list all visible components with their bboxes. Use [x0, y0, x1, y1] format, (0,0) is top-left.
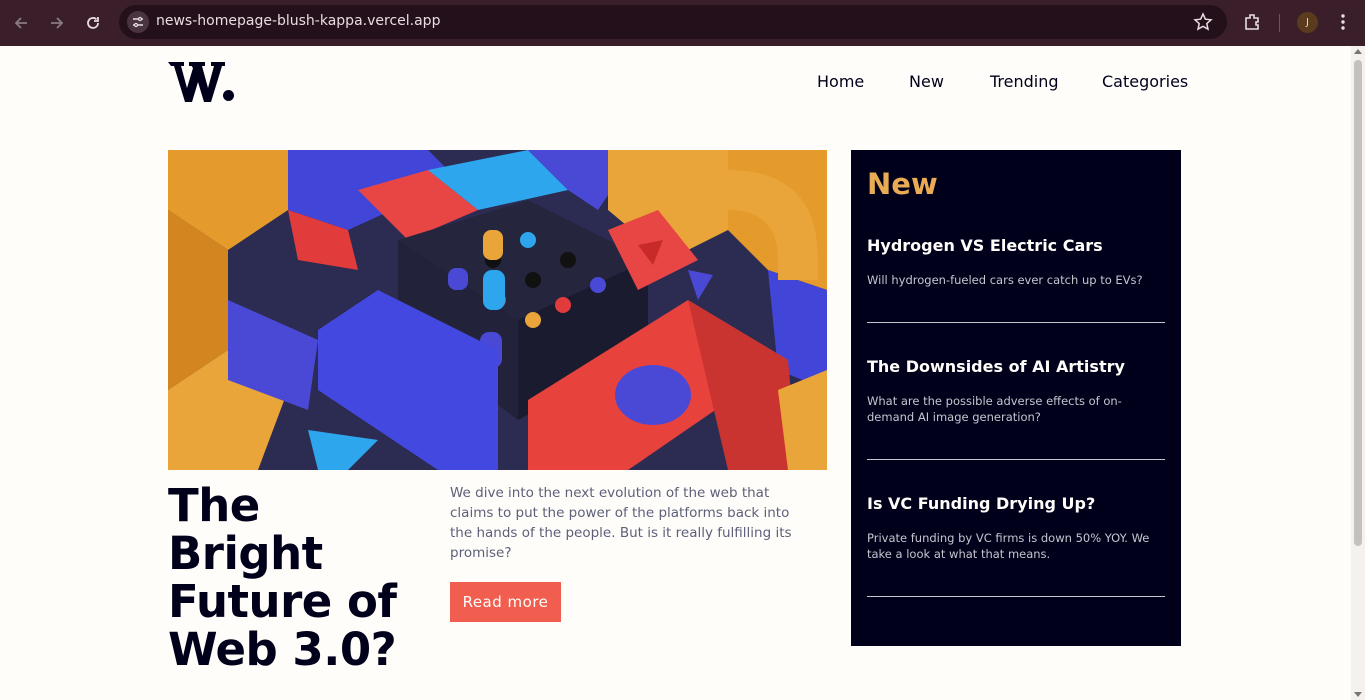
forward-arrow-icon[interactable] [45, 11, 69, 35]
browser-menu-icon[interactable] [1333, 12, 1353, 36]
sidebar-item[interactable]: Hydrogen VS Electric Cars Will hydrogen-… [867, 236, 1165, 288]
site-settings-icon[interactable] [127, 11, 149, 33]
extensions-icon[interactable] [1242, 11, 1264, 37]
sidebar-title: New [867, 167, 938, 201]
site-logo[interactable] [168, 60, 236, 108]
sidebar-divider [867, 459, 1165, 460]
sidebar-divider [867, 322, 1165, 323]
profile-avatar[interactable]: J [1297, 12, 1318, 33]
sidebar-item-title[interactable]: The Downsides of AI Artistry [867, 357, 1165, 376]
bookmark-star-icon[interactable] [1193, 12, 1213, 36]
scroll-up-arrow-icon[interactable] [1354, 49, 1362, 54]
sidebar-item[interactable]: The Downsides of AI Artistry What are th… [867, 357, 1165, 425]
nav-home[interactable]: Home [817, 72, 864, 91]
nav-categories[interactable]: Categories [1102, 72, 1188, 91]
page-scrollbar[interactable] [1351, 46, 1365, 700]
browser-toolbar: news-homepage-blush-kappa.vercel.app J [0, 0, 1365, 46]
sidebar-item-desc: What are the possible adverse effects of… [867, 394, 1122, 424]
nav-trending[interactable]: Trending [990, 72, 1059, 91]
url-text[interactable]: news-homepage-blush-kappa.vercel.app [156, 13, 440, 29]
sidebar-item[interactable]: Is VC Funding Drying Up? Private funding… [867, 494, 1165, 562]
sidebar-item-desc: Private funding by VC firms is down 50% … [867, 531, 1150, 561]
address-bar[interactable]: news-homepage-blush-kappa.vercel.app [119, 5, 1227, 39]
nav-new[interactable]: New [909, 72, 944, 91]
sidebar-item-title[interactable]: Hydrogen VS Electric Cars [867, 236, 1165, 255]
new-sidebar: New Hydrogen VS Electric Cars Will hydro… [851, 150, 1181, 646]
sidebar-divider [867, 596, 1165, 597]
main-lead: We dive into the next evolution of the w… [450, 485, 792, 561]
scroll-down-arrow-icon[interactable] [1354, 692, 1362, 697]
sidebar-item-title[interactable]: Is VC Funding Drying Up? [867, 494, 1165, 513]
main-headline: The Bright Future of Web 3.0? [168, 479, 397, 676]
scroll-thumb[interactable] [1354, 60, 1362, 546]
reload-icon[interactable] [81, 11, 105, 35]
sidebar-item-desc: Will hydrogen-fueled cars ever catch up … [867, 273, 1143, 287]
hero-image [168, 150, 827, 470]
toolbar-divider [1279, 14, 1280, 32]
read-more-button[interactable]: Read more [450, 582, 561, 622]
page-content: Home New Trending Categories The Bright … [0, 46, 1351, 700]
back-arrow-icon[interactable] [9, 11, 33, 35]
